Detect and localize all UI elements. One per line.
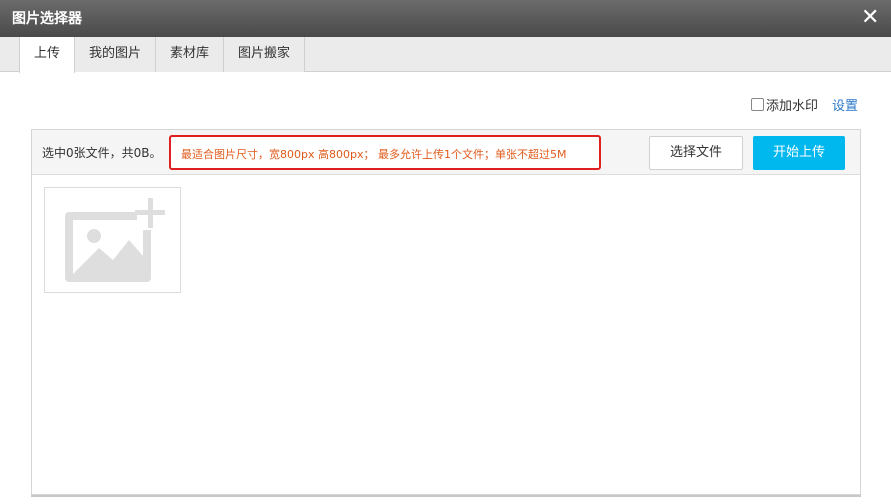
watermark-label[interactable]: 添加水印 bbox=[766, 95, 818, 114]
tab-my-images[interactable]: 我的图片 bbox=[75, 37, 157, 72]
dialog-titlebar: 图片选择器 ✕ bbox=[0, 0, 891, 37]
bottom-divider bbox=[31, 495, 861, 497]
add-image-icon bbox=[65, 196, 165, 282]
settings-link[interactable]: 设置 bbox=[832, 95, 858, 114]
dialog-title: 图片选择器 bbox=[12, 11, 82, 27]
size-hint-text: 最适合图片尺寸，宽800px 高800px； 最多允许上传1个文件；单张不超过5… bbox=[181, 148, 567, 161]
tab-image-migration[interactable]: 图片搬家 bbox=[224, 37, 306, 72]
uploader-panel: 选中0张文件，共0B。 最适合图片尺寸，宽800px 高800px； 最多允许上… bbox=[31, 129, 861, 495]
close-icon[interactable]: ✕ bbox=[861, 7, 879, 29]
watermark-row: 添加水印 设置 bbox=[750, 95, 858, 114]
upload-status: 选中0张文件，共0B。 bbox=[42, 146, 162, 160]
uploader-toolbar: 选中0张文件，共0B。 最适合图片尺寸，宽800px 高800px； 最多允许上… bbox=[32, 130, 860, 175]
add-image-placeholder[interactable] bbox=[44, 187, 181, 293]
start-upload-button[interactable]: 开始上传 bbox=[753, 136, 845, 170]
tab-material-library[interactable]: 素材库 bbox=[156, 37, 225, 72]
tab-upload[interactable]: 上传 bbox=[19, 37, 76, 73]
tab-bar: 上传 我的图片 素材库 图片搬家 bbox=[0, 37, 891, 73]
choose-file-button[interactable]: 选择文件 bbox=[649, 136, 743, 170]
watermark-checkbox[interactable] bbox=[750, 98, 764, 111]
size-hint-box: 最适合图片尺寸，宽800px 高800px； 最多允许上传1个文件；单张不超过5… bbox=[169, 135, 601, 170]
